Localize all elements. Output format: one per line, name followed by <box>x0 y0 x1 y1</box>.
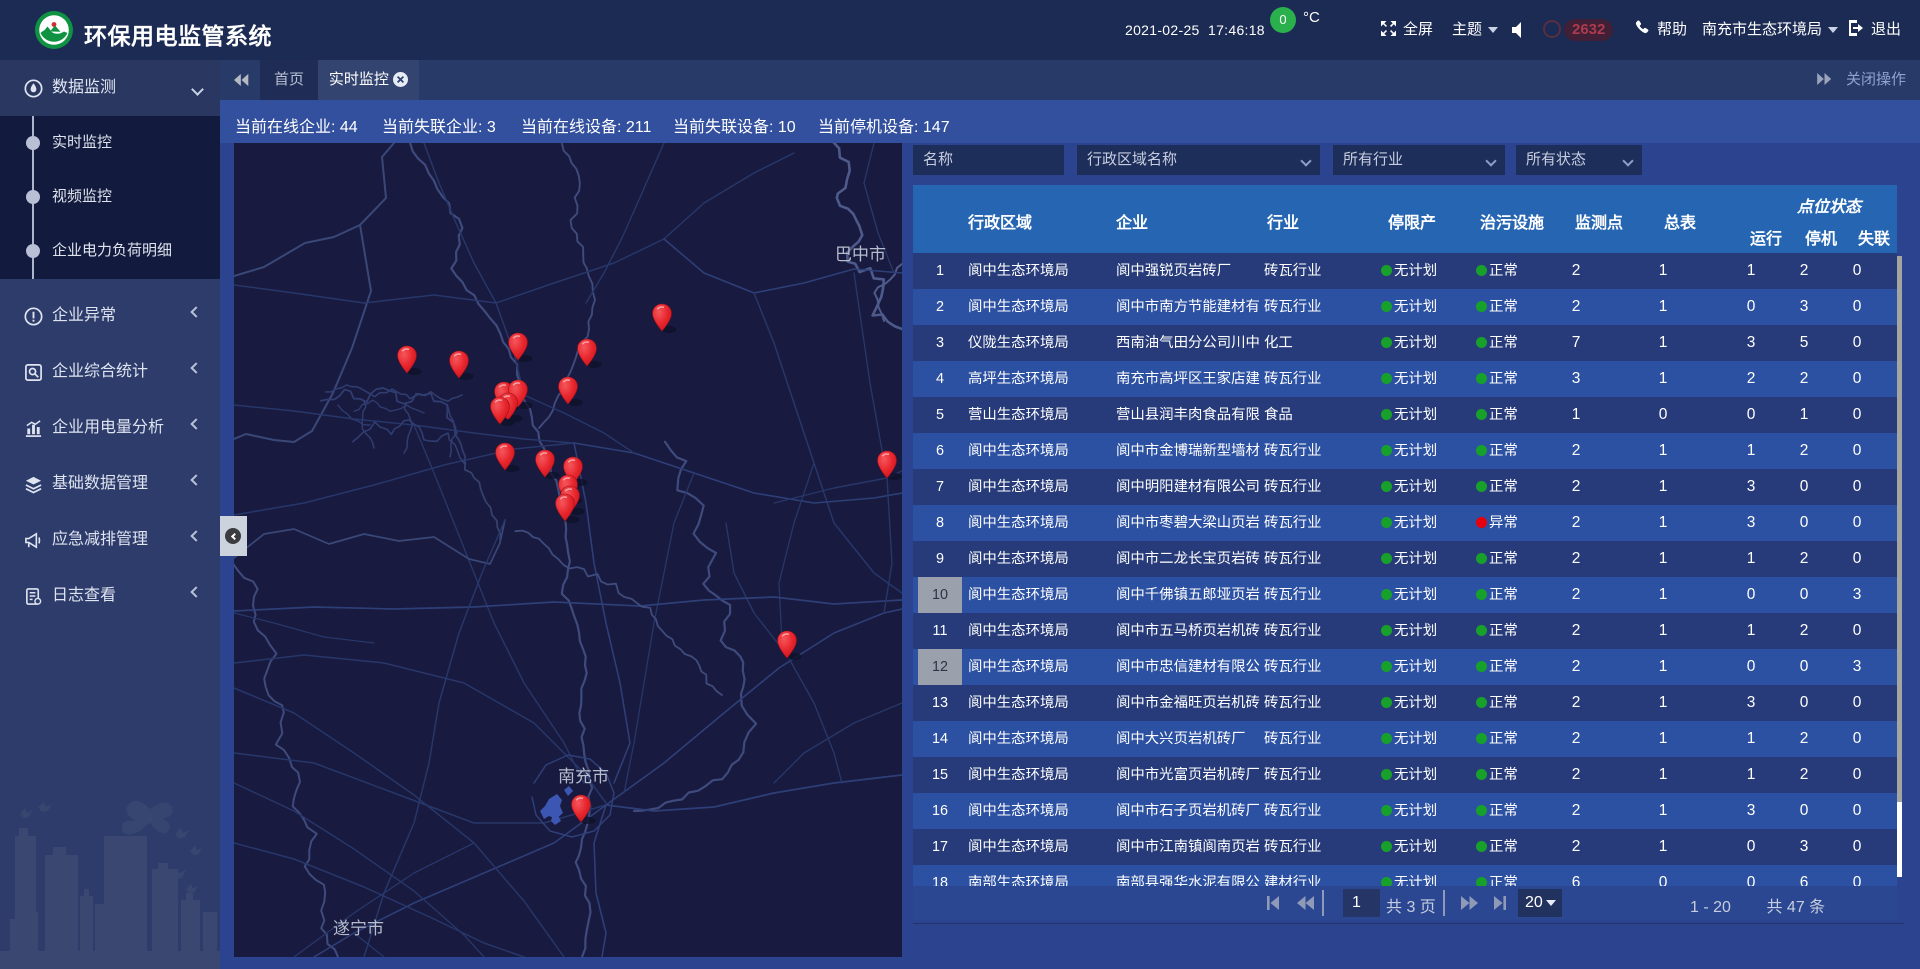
svg-text:南充市: 南充市 <box>558 767 609 786</box>
svg-text:巴中市: 巴中市 <box>835 245 886 264</box>
svg-text:遂宁市: 遂宁市 <box>333 919 384 938</box>
